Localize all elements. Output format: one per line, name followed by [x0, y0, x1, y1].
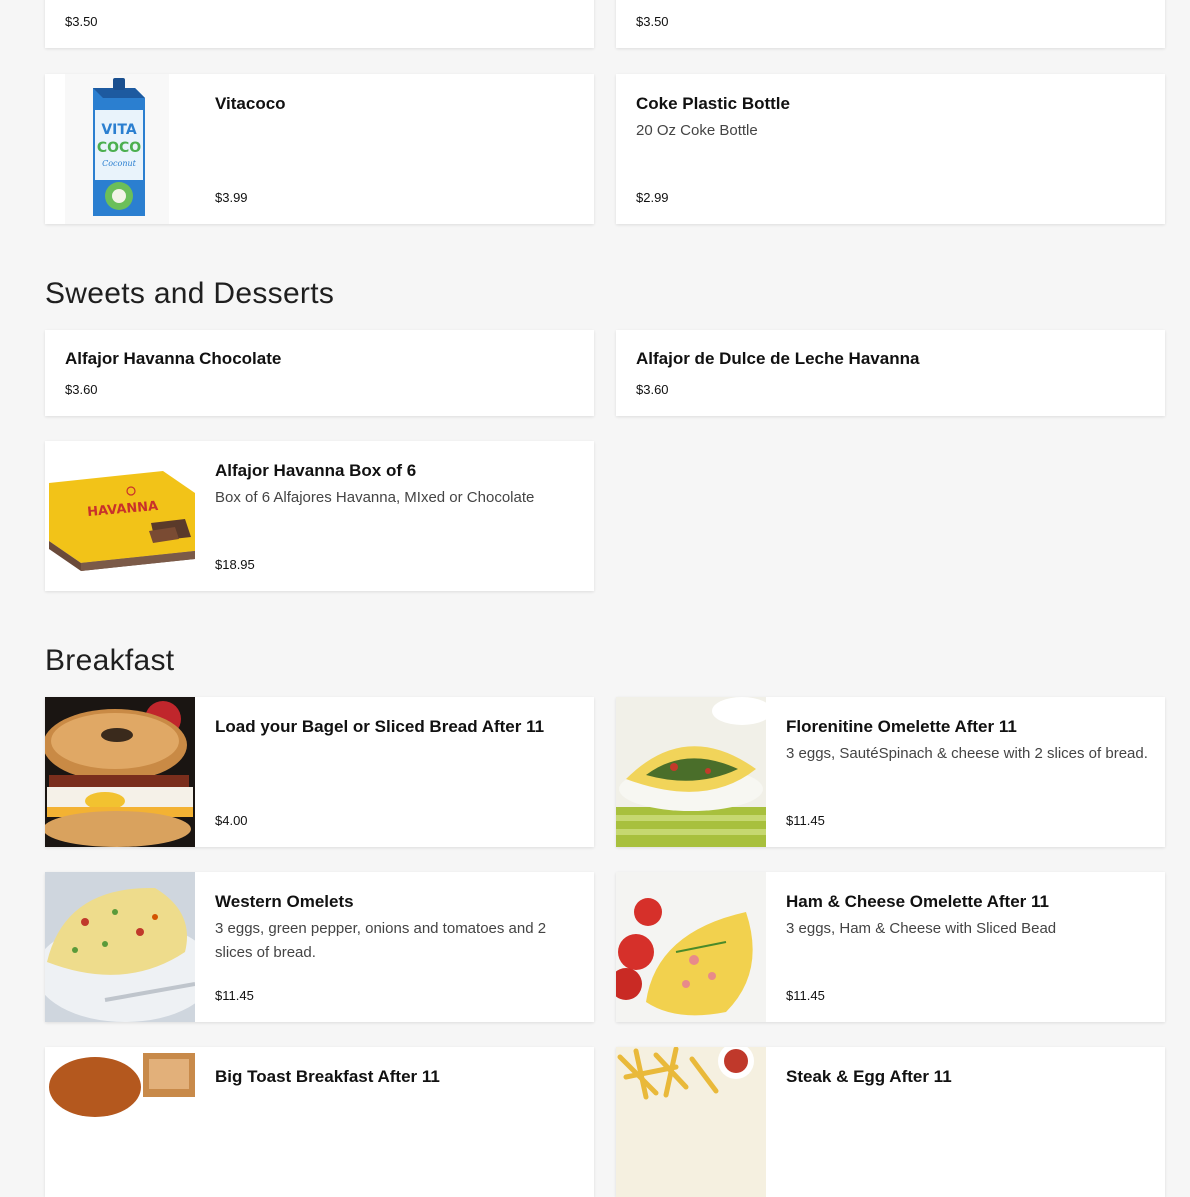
item-name: Big Toast Breakfast After 11: [215, 1067, 440, 1086]
toast-breakfast-image: [45, 1047, 195, 1197]
svg-text:VITA: VITA: [101, 122, 137, 138]
item-description: 3 eggs, SautéSpinach & cheese with 2 sli…: [786, 745, 1148, 762]
item-name: Alfajor Havanna Box of 6: [215, 461, 417, 480]
menu-item-card[interactable]: Big Toast Breakfast After 11: [45, 1047, 594, 1197]
havanna-box-image: HAVANNA HAVANNA: [45, 441, 195, 591]
section-title-sweets: Sweets and Desserts: [45, 277, 335, 310]
item-description: Box of 6 Alfajores Havanna, MIxed or Cho…: [215, 489, 535, 506]
menu-item-card[interactable]: Alfajor Havanna Chocolate $3.60: [45, 330, 594, 416]
section-title-breakfast: Breakfast: [45, 644, 175, 677]
menu-item-card[interactable]: HAVANNA HAVANNA Alfajor Havanna Box of 6…: [45, 441, 594, 591]
menu-item-card[interactable]: $3.50: [45, 0, 594, 48]
item-name: Western Omelets: [215, 892, 354, 911]
item-price: $3.60: [636, 382, 669, 397]
item-price: $3.99: [215, 190, 248, 205]
item-price: $3.50: [65, 14, 98, 29]
item-name: Alfajor de Dulce de Leche Havanna: [636, 349, 920, 368]
item-price: $4.00: [215, 813, 248, 828]
menu-item-card[interactable]: Alfajor de Dulce de Leche Havanna $3.60: [616, 330, 1165, 416]
menu-item-card[interactable]: Florenitine Omelette After 11 3 eggs, Sa…: [616, 697, 1165, 847]
ham-cheese-omelette-image: [616, 872, 766, 1022]
spinach-omelette-image: [616, 697, 766, 847]
fries-plate-image: [616, 1047, 766, 1197]
item-name: Steak & Egg After 11: [786, 1067, 952, 1086]
item-name: Load your Bagel or Sliced Bread After 11: [215, 717, 545, 736]
western-omelette-image: [45, 872, 195, 1022]
item-description: 3 eggs, green pepper, onions and tomatoe…: [215, 920, 547, 961]
item-price: $3.60: [65, 382, 98, 397]
item-name: Vitacoco: [215, 94, 286, 113]
menu-item-card[interactable]: VITA COCO Coconut Vitacoco $3.99: [45, 74, 594, 224]
svg-text:COCO: COCO: [97, 140, 141, 156]
item-name: Alfajor Havanna Chocolate: [65, 349, 282, 368]
item-price: $18.95: [215, 557, 255, 572]
item-name: Florenitine Omelette After 11: [786, 717, 1017, 736]
item-price: $2.99: [636, 190, 669, 205]
svg-text:Coconut: Coconut: [102, 159, 137, 168]
vita-coco-carton-image: VITA COCO Coconut: [45, 74, 195, 224]
menu-item-card[interactable]: $3.50: [616, 0, 1165, 48]
item-price: $11.45: [786, 813, 825, 828]
item-name: Ham & Cheese Omelette After 11: [786, 892, 1049, 911]
item-name: Coke Plastic Bottle: [636, 94, 790, 113]
item-price: $11.45: [215, 988, 254, 1003]
item-description: 20 Oz Coke Bottle: [636, 122, 758, 139]
menu-item-card[interactable]: Ham & Cheese Omelette After 11 3 eggs, H…: [616, 872, 1165, 1022]
menu-item-card[interactable]: Steak & Egg After 11: [616, 1047, 1165, 1197]
menu-item-card[interactable]: Coke Plastic Bottle 20 Oz Coke Bottle $2…: [616, 74, 1165, 224]
bagel-sandwich-image: [45, 697, 195, 847]
item-price: $11.45: [786, 988, 825, 1003]
item-description: 3 eggs, Ham & Cheese with Sliced Bead: [786, 920, 1057, 937]
menu-item-card[interactable]: Western Omelets 3 eggs, green pepper, on…: [45, 872, 594, 1022]
menu-item-card[interactable]: Load your Bagel or Sliced Bread After 11…: [45, 697, 594, 847]
item-price: $3.50: [636, 14, 669, 29]
